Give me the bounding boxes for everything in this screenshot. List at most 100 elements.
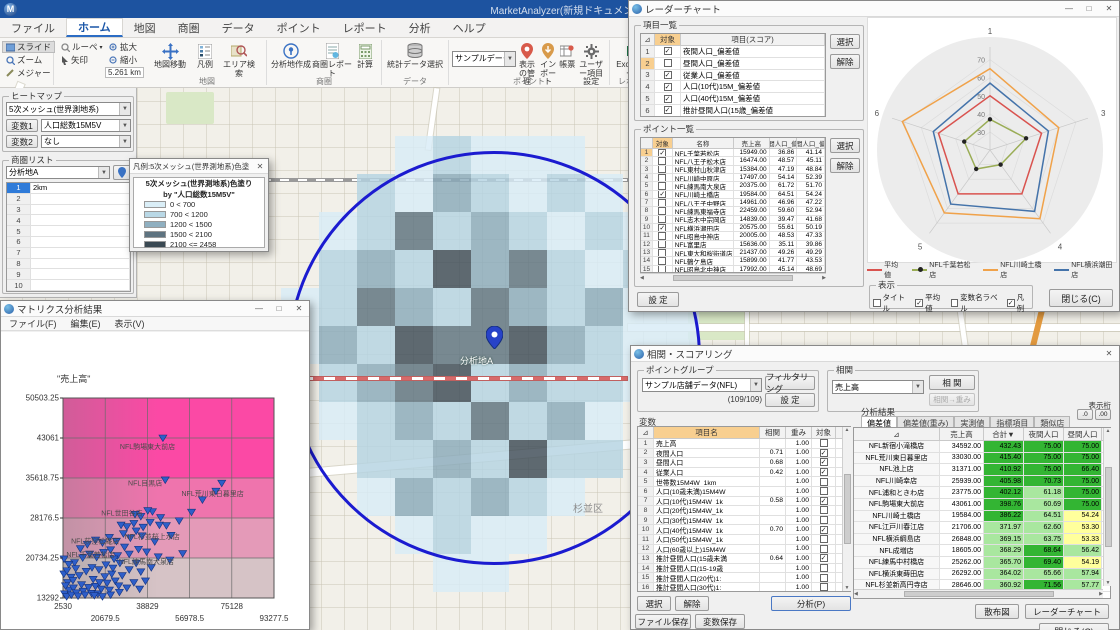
table-row[interactable]: 3昼間人口0.681.00✓: [638, 458, 850, 468]
table-row[interactable]: NFL川崎土橋店19584.00386.2264.5154.24: [854, 511, 1110, 523]
checkbox[interactable]: [658, 249, 666, 256]
table-row[interactable]: 2夜間人口0.711.00✓: [638, 449, 850, 459]
analyze-button[interactable]: 分析(P): [771, 596, 851, 611]
var2-combo[interactable]: なし▼: [41, 135, 131, 148]
checkbox[interactable]: ✓: [658, 191, 666, 198]
table-row[interactable]: 13NFL東大和桜街道店21437.0049.2649.29: [641, 249, 825, 257]
v-scrollbar[interactable]: ▲▼: [842, 427, 851, 591]
list-item[interactable]: 12km: [7, 183, 130, 194]
table-row[interactable]: 11人口(50代)15M4W_1k1.00: [638, 535, 850, 545]
checkbox-cell[interactable]: ✓: [812, 458, 836, 467]
calc-button[interactable]: 計算: [352, 40, 378, 70]
checkbox[interactable]: [658, 182, 666, 189]
analysis-point-pin[interactable]: [486, 326, 503, 354]
checkbox-cell[interactable]: [653, 199, 673, 206]
var1-button[interactable]: 変数1: [6, 119, 38, 132]
table-row[interactable]: 4NFL川崎中原店17497.0054.1452.39: [641, 174, 825, 182]
correlation-button[interactable]: 相 関: [929, 375, 975, 390]
trade-area-combo[interactable]: 分析地A▼: [6, 166, 110, 179]
display-checkbox[interactable]: ✓凡例: [1007, 292, 1030, 314]
table-row[interactable]: NFL川崎幸店25939.00405.9870.7375.00: [854, 476, 1110, 488]
table-row[interactable]: 15NFL昭島北中神店17992.0045.1448.69: [641, 266, 825, 273]
checkbox[interactable]: [820, 564, 828, 572]
digits-decrease-button[interactable]: .0: [1077, 409, 1093, 420]
checkbox-cell[interactable]: [655, 58, 681, 69]
checkbox[interactable]: [820, 487, 828, 495]
checkbox[interactable]: [873, 299, 881, 307]
checkbox-cell[interactable]: ✓: [812, 554, 836, 563]
checkbox-cell[interactable]: [653, 266, 673, 273]
analysis-point-button[interactable]: 分析地作成: [270, 40, 312, 70]
radar-chart-button[interactable]: レーダーチャート: [1025, 604, 1109, 619]
checkbox-cell[interactable]: ✓: [653, 224, 673, 231]
table-row[interactable]: NFL成増店18605.00368.2968.6456.42: [854, 545, 1110, 557]
table-row[interactable]: 10人口(40代)15M4W_1k0.701.00✓: [638, 525, 850, 535]
table-row[interactable]: 5✓人口(40代)15M_偏差値: [641, 93, 825, 105]
table-row[interactable]: 12NFL富里店15636.0035.1139.86: [641, 241, 825, 249]
table-row[interactable]: NFL練馬中村橋店25262.00365.7069.4054.19: [854, 557, 1110, 569]
checkbox-cell[interactable]: [653, 257, 673, 264]
enlarge-button[interactable]: 拡大: [105, 41, 144, 53]
trade-report-button[interactable]: 商圏レポート: [312, 40, 352, 78]
table-row[interactable]: 8NFL練馬東福寺店22459.0059.6052.94: [641, 207, 825, 215]
minimize-icon[interactable]: —: [249, 301, 269, 316]
checkbox[interactable]: ✓: [820, 449, 828, 457]
var1-combo[interactable]: 人口総数15M5V▼: [41, 119, 131, 132]
points-clear-button[interactable]: 解除: [830, 158, 860, 173]
checkbox-cell[interactable]: ✓: [655, 93, 681, 104]
checkbox-cell[interactable]: ✓: [653, 191, 673, 198]
table-row[interactable]: 1✓夜間人口_偏差値: [641, 46, 825, 58]
close-icon[interactable]: ✕: [289, 301, 309, 316]
checkbox-cell[interactable]: [653, 157, 673, 164]
checkbox-cell[interactable]: [653, 241, 673, 248]
close-icon[interactable]: ✕: [1099, 346, 1119, 361]
checkbox[interactable]: ✓: [1007, 299, 1015, 307]
table-row[interactable]: 5NFL練馬南大泉店20375.0061.7251.70: [641, 182, 825, 190]
checkbox[interactable]: ✓: [664, 95, 672, 103]
table-row[interactable]: 7人口(10代)15M4W_1k0.581.00✓: [638, 497, 850, 507]
table-row[interactable]: 6✓推計昼間人口(15歳_偏差値: [641, 105, 825, 117]
checkbox[interactable]: [658, 266, 666, 273]
checkbox[interactable]: ✓: [820, 458, 828, 466]
table-row[interactable]: NFL新宿小滝橋店34592.00432.4375.0075.00: [854, 441, 1110, 453]
checkbox[interactable]: ✓: [658, 149, 666, 156]
checkbox-cell[interactable]: [812, 506, 836, 515]
menu-item[interactable]: ファイル(F): [9, 317, 57, 330]
table-row[interactable]: 7NFL八王子中野店14961.0046.9647.22: [641, 199, 825, 207]
checkbox[interactable]: ✓: [820, 468, 828, 476]
table-row[interactable]: 2昼間人口_偏差値: [641, 58, 825, 70]
table-row[interactable]: 4従業人口0.421.00✓: [638, 468, 850, 478]
list-item[interactable]: 3: [7, 205, 130, 216]
maximize-icon[interactable]: □: [1079, 1, 1099, 16]
list-item[interactable]: 4: [7, 215, 130, 226]
table-row[interactable]: NFL横浜綱島店26848.00369.1563.7553.33: [854, 534, 1110, 546]
maximize-icon[interactable]: □: [269, 301, 289, 316]
table-row[interactable]: 12人口(60歳以上)15M4W1.00: [638, 545, 850, 555]
checkbox-cell[interactable]: [812, 439, 836, 448]
table-row[interactable]: NFL横浜東蒔田店26292.00364.0265.6657.94: [854, 569, 1110, 581]
checkbox[interactable]: [820, 506, 828, 514]
checkbox[interactable]: ✓: [820, 497, 828, 505]
table-row[interactable]: 14推計昼間人口(15-19歳1.00: [638, 564, 850, 574]
checkbox[interactable]: [658, 157, 666, 164]
list-item[interactable]: 5: [7, 226, 130, 237]
checkbox[interactable]: [658, 241, 666, 248]
checkbox-cell[interactable]: ✓: [655, 81, 681, 92]
checkbox-cell[interactable]: [653, 174, 673, 181]
slide-button[interactable]: スライド: [2, 41, 55, 53]
checkbox[interactable]: [820, 439, 828, 447]
var-save-button[interactable]: 変数保存: [695, 614, 745, 629]
radar-settings-button[interactable]: 設 定: [637, 292, 679, 307]
table-row[interactable]: 10✓NFL横浜潮田店20575.0055.6150.19: [641, 224, 825, 232]
checkbox[interactable]: [820, 478, 828, 486]
checkbox[interactable]: [658, 216, 666, 223]
correlation-combo[interactable]: 売上高▼: [832, 380, 924, 394]
checkbox[interactable]: [658, 257, 666, 264]
checkbox-cell[interactable]: [812, 545, 836, 554]
table-row[interactable]: 5世帯数15M4W_1km1.00: [638, 477, 850, 487]
items-clear-button[interactable]: 解除: [830, 54, 860, 69]
menu-item[interactable]: 編集(E): [71, 317, 101, 330]
corr-to-weight-button[interactable]: 相関→重み: [929, 393, 975, 406]
checkbox-cell[interactable]: [812, 583, 836, 592]
close-icon[interactable]: ✕: [252, 159, 268, 173]
